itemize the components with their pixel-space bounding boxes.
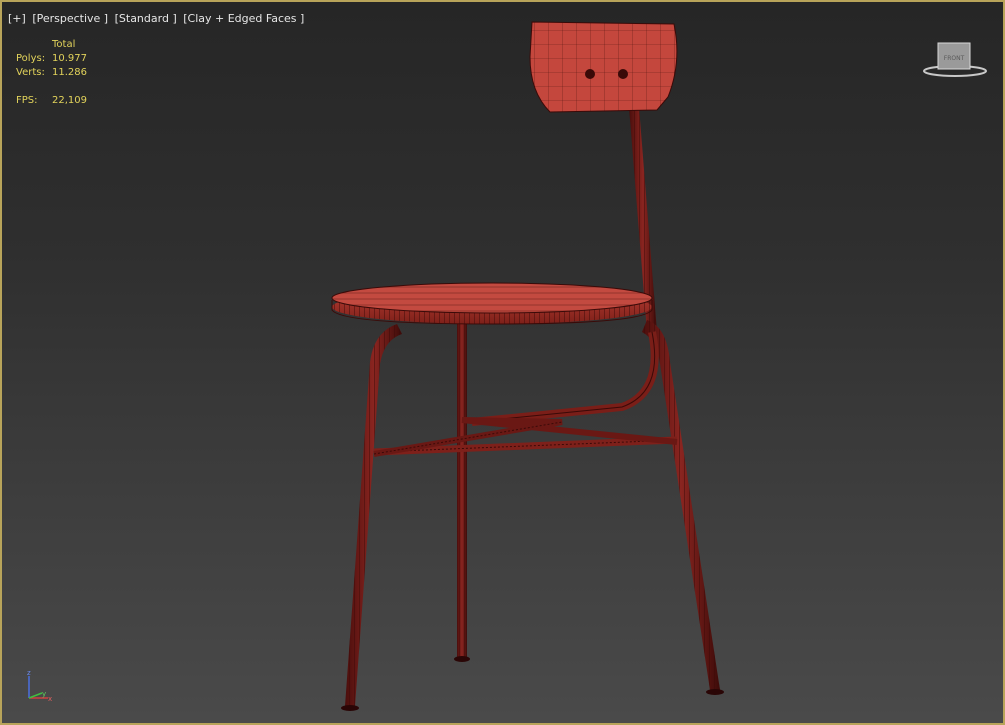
verts-label: Verts: [16,67,45,78]
viewport-plus-menu[interactable]: [+] [8,12,26,25]
polys-label: Polys: [16,53,46,64]
seat-support [471,331,659,426]
polys-value: 10.977 [52,53,87,64]
rear-leg [454,322,470,662]
viewcube-face-label: FRONT [944,55,965,62]
fps-label: FPS: [16,95,38,106]
seat [331,282,653,325]
front-left-leg [341,324,402,711]
z-axis-label: z [27,669,31,677]
backrest [529,21,678,113]
axis-tripod: z y x [27,669,52,703]
stats-header: Total [52,39,76,50]
viewcube[interactable]: FRONT [920,40,990,80]
viewport-style-menu[interactable]: [Standard ] [115,12,177,25]
chair-model[interactable] [2,2,1005,725]
viewport-shading-menu[interactable]: [Clay + Edged Faces ] [183,12,304,25]
y-axis-label: y [42,690,46,698]
x-axis-label: x [48,695,52,703]
viewport-label-menu[interactable]: [+] [Perspective ] [Standard ] [Clay + E… [8,12,307,25]
verts-value: 11.286 [52,67,87,78]
viewport-view-menu[interactable]: [Perspective ] [32,12,108,25]
perspective-viewport[interactable]: [+] [Perspective ] [Standard ] [Clay + E… [0,0,1005,725]
fps-value: 22,109 [52,95,87,106]
